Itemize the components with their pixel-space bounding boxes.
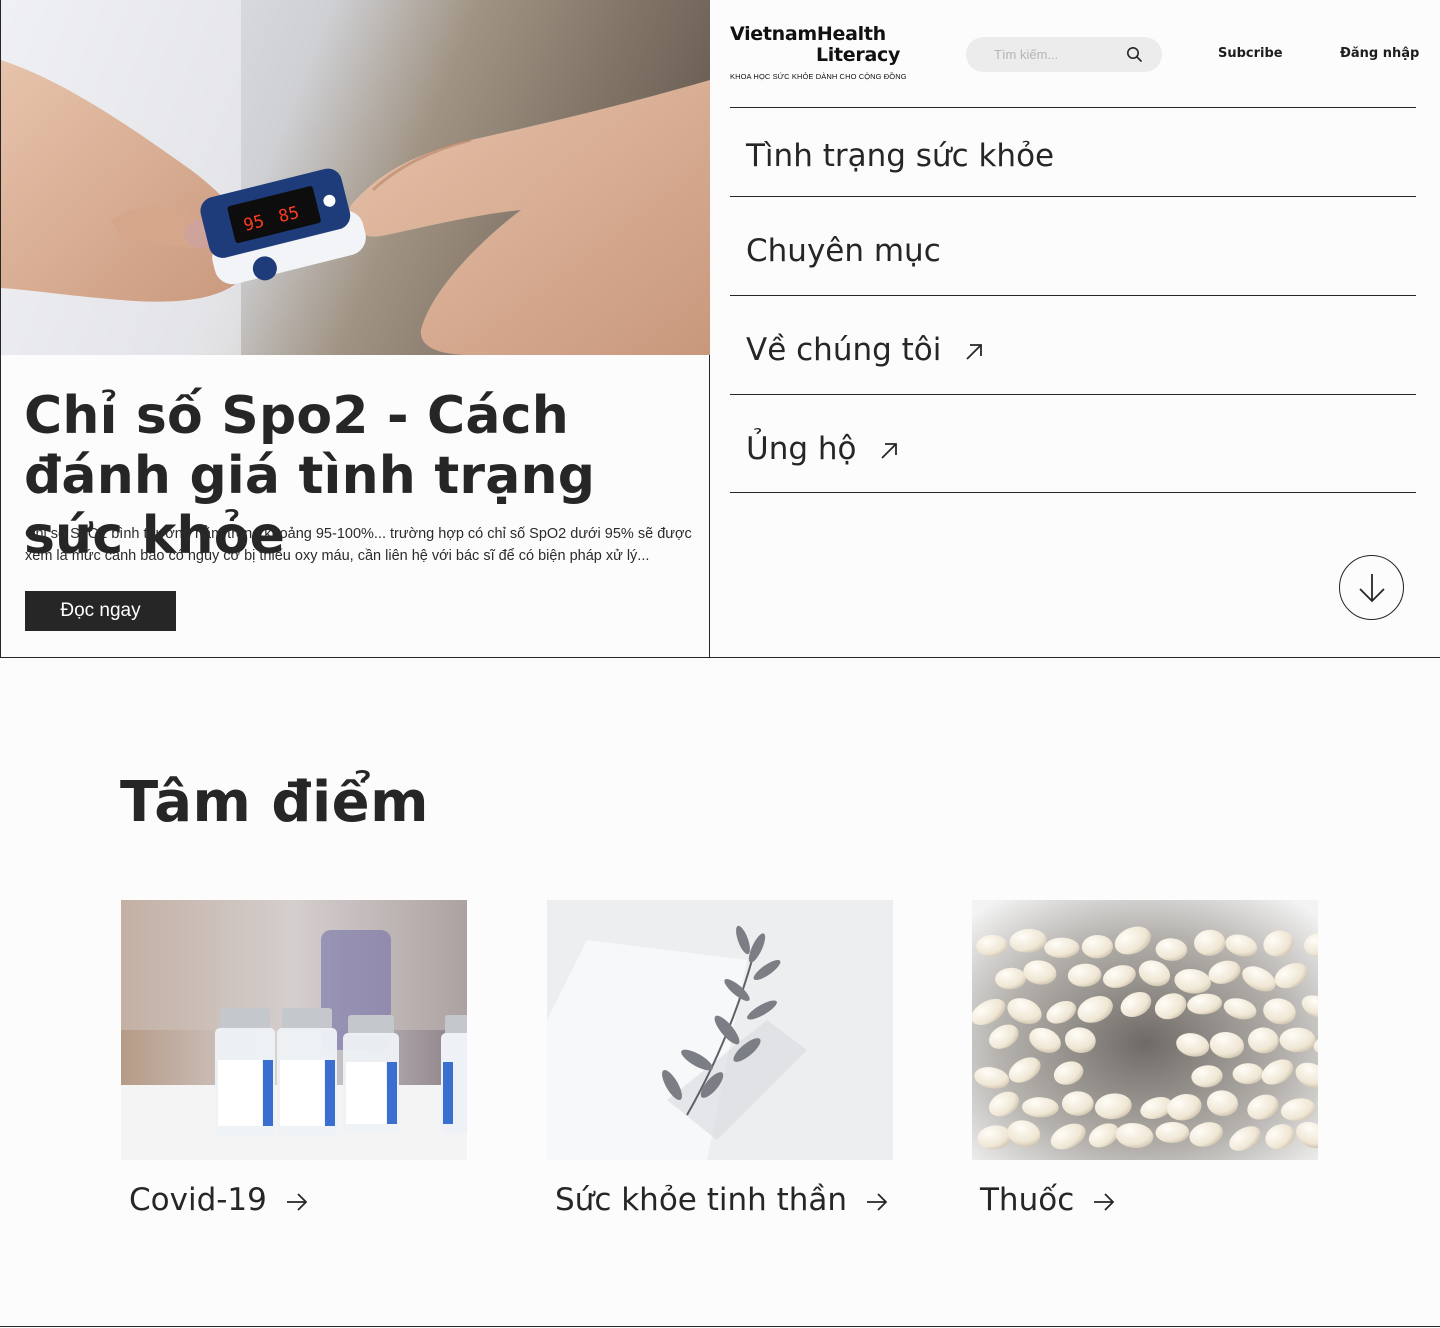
nav-item-label: Chuyên mục bbox=[746, 233, 941, 269]
card-label-wrap: Covid-19 bbox=[129, 1182, 309, 1218]
nav-item-label: Về chúng tôi bbox=[746, 332, 942, 368]
featured-excerpt: Chỉ số SpO2 bình thường nằm trong khoảng… bbox=[25, 526, 692, 564]
nav-item-label-wrap: Về chúng tôi bbox=[746, 332, 985, 368]
nav-item-about-us[interactable]: Về chúng tôi bbox=[730, 295, 1416, 394]
card-label: Sức khỏe tinh thần bbox=[555, 1182, 848, 1218]
nav-item-label-wrap: Ủng hộ bbox=[746, 431, 900, 467]
read-now-button[interactable]: Đọc ngay bbox=[25, 591, 176, 631]
logo-text-line2: Literacy bbox=[816, 44, 901, 66]
search-icon[interactable] bbox=[1126, 46, 1143, 63]
vaccine-vials-photo bbox=[121, 900, 467, 1160]
spotlight-title: Tâm điểm bbox=[120, 770, 429, 835]
spotlight-card-mental-health[interactable]: Sức khỏe tinh thần bbox=[547, 900, 893, 1218]
pill bbox=[1044, 937, 1080, 958]
plant-sprig-image[interactable] bbox=[547, 900, 893, 1160]
external-arrow-icon bbox=[881, 442, 898, 459]
nav-item-donate[interactable]: Ủng hộ bbox=[730, 394, 1416, 493]
login-link[interactable]: Đăng nhập bbox=[1340, 46, 1419, 61]
external-arrow-icon bbox=[966, 343, 983, 360]
nav-item-label: Ủng hộ bbox=[746, 431, 857, 467]
nav-item-label: Tình trạng sức khỏe bbox=[746, 138, 1055, 174]
main-nav: Tình trạng sức khỏe Chuyên mục Về chúng … bbox=[730, 107, 1416, 493]
pill bbox=[1061, 1091, 1094, 1116]
pulse-oximeter-photo: 95 85 bbox=[1, 0, 710, 355]
pill bbox=[1279, 1027, 1316, 1053]
arrow-right-icon bbox=[867, 1192, 888, 1211]
search-input[interactable] bbox=[994, 37, 1124, 72]
featured-image[interactable]: 95 85 bbox=[1, 0, 710, 355]
card-label-wrap: Sức khỏe tinh thần bbox=[555, 1182, 889, 1218]
nav-item-categories[interactable]: Chuyên mục bbox=[730, 196, 1416, 295]
nav-item-health-status[interactable]: Tình trạng sức khỏe bbox=[730, 107, 1416, 196]
arrow-right-icon bbox=[286, 1192, 308, 1211]
plant-sprig-photo bbox=[547, 900, 893, 1160]
scroll-down-button[interactable] bbox=[1339, 555, 1404, 620]
page-divider bbox=[0, 1326, 1440, 1327]
logo-text-line1: VietnamHealth bbox=[730, 23, 886, 45]
vaccine-vials-image[interactable] bbox=[121, 900, 467, 1160]
card-label: Thuốc bbox=[980, 1182, 1075, 1218]
logo-tagline: KHOA HỌC SỨC KHỎE DÀNH CHO CỘNG ĐỒNG bbox=[730, 72, 907, 81]
spotlight-card-covid[interactable]: Covid-19 bbox=[121, 900, 467, 1218]
arrow-down-icon bbox=[1359, 574, 1385, 603]
white-pills-image[interactable] bbox=[972, 900, 1318, 1160]
card-label-wrap: Thuốc bbox=[980, 1182, 1116, 1218]
header-nav-panel: VietnamHealth Literacy KHOA HỌC SỨC KHỎE… bbox=[710, 0, 1440, 658]
white-pills-photo bbox=[972, 900, 1318, 1160]
featured-article: 95 85 Chỉ số Spo2 - Cách đánh giá tình t… bbox=[0, 0, 710, 658]
hero-section: 95 85 Chỉ số Spo2 - Cách đánh giá tình t… bbox=[0, 0, 1440, 658]
subscribe-link[interactable]: Subcribe bbox=[1218, 46, 1283, 61]
card-label: Covid-19 bbox=[129, 1182, 267, 1218]
arrow-right-icon bbox=[1094, 1192, 1115, 1211]
search-box bbox=[966, 37, 1162, 72]
site-logo[interactable]: VietnamHealth Literacy KHOA HỌC SỨC KHỎE… bbox=[730, 23, 910, 82]
spotlight-card-medicine[interactable]: Thuốc bbox=[972, 900, 1318, 1218]
